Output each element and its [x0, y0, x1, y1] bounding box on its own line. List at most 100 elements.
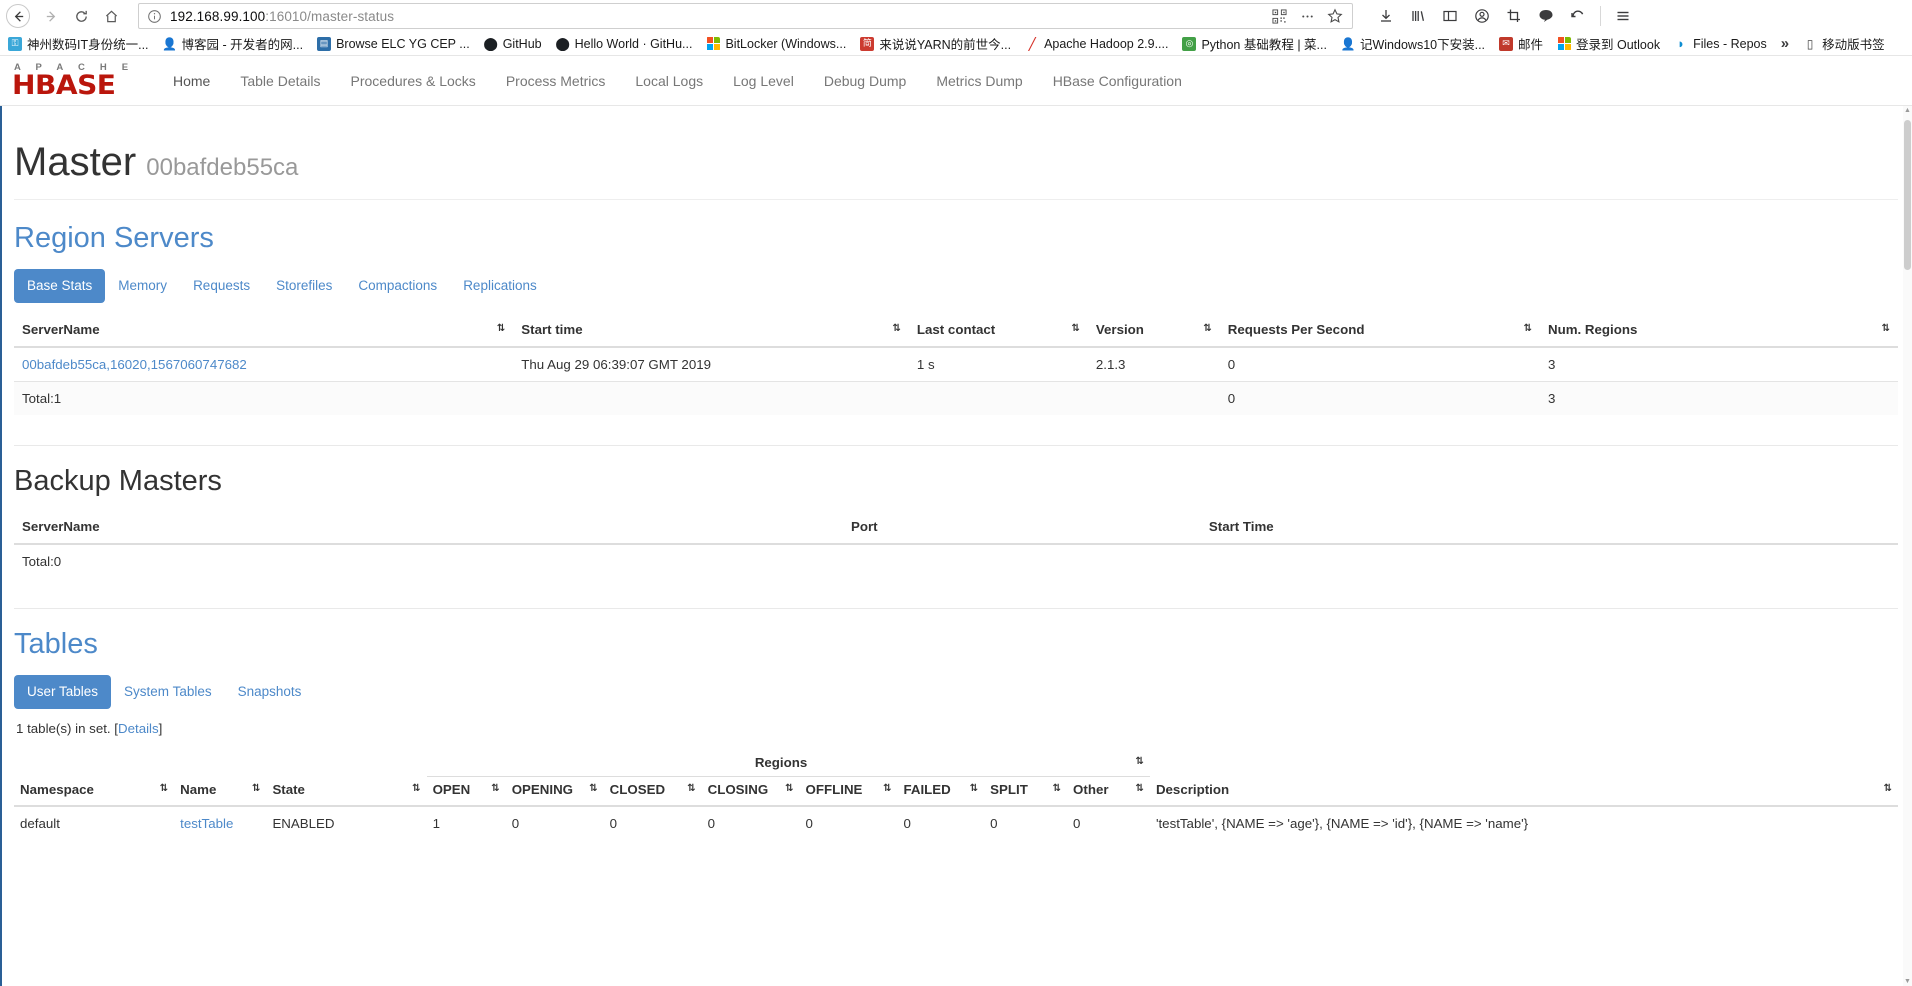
- bookmark-star-icon[interactable]: [1322, 4, 1348, 28]
- sort-icon[interactable]: ⇅: [883, 782, 891, 796]
- bookmark-item[interactable]: 登录到 Outlook: [1557, 34, 1660, 53]
- col-last-contact[interactable]: Last contact ⇅: [908, 315, 1088, 348]
- scroll-up-arrow[interactable]: ▲: [1903, 106, 1912, 115]
- col-servername[interactable]: ServerName ⇅: [14, 315, 514, 348]
- nav-link-local-logs[interactable]: Local Logs: [620, 56, 718, 106]
- address-bar[interactable]: 192.168.99.100:16010/master-status: [138, 3, 1353, 29]
- bookmark-item[interactable]: ⬤ GitHub: [484, 37, 542, 51]
- page-subtitle-text: 00bafdeb55ca: [146, 154, 299, 181]
- sort-icon[interactable]: ⇅: [970, 782, 978, 796]
- sort-icon[interactable]: ⇅: [785, 782, 793, 796]
- nav-link-table-details[interactable]: Table Details: [225, 56, 335, 106]
- page-scrollbar[interactable]: ▲ ▼: [1903, 106, 1912, 986]
- bookmark-item[interactable]: ◎ Python 基础教程 | 菜...: [1182, 34, 1327, 53]
- col-failed[interactable]: FAILED ⇅: [897, 776, 985, 807]
- microsoft-icon: [706, 37, 720, 51]
- table-name-link[interactable]: testTable: [180, 816, 233, 831]
- sort-icon[interactable]: ⇅: [497, 322, 505, 336]
- col-num-regions[interactable]: Num. Regions ⇅: [1540, 315, 1898, 348]
- tab-storefiles[interactable]: Storefiles: [263, 269, 345, 303]
- col-closed[interactable]: CLOSED ⇅: [603, 776, 702, 807]
- sort-icon[interactable]: ⇅: [1053, 782, 1061, 796]
- jian-icon: 简: [860, 36, 875, 51]
- bookmark-item[interactable]: 👤 博客园 - 开发者的网...: [163, 34, 304, 53]
- sort-icon[interactable]: ⇅: [1882, 322, 1890, 336]
- tab-compactions[interactable]: Compactions: [345, 269, 450, 303]
- back-button[interactable]: [6, 4, 30, 28]
- scroll-down-arrow[interactable]: ▼: [1903, 977, 1912, 986]
- col-opening[interactable]: OPENING ⇅: [505, 776, 604, 807]
- regions-group-header[interactable]: Regions ⇅: [426, 750, 1150, 777]
- col-offline[interactable]: OFFLINE ⇅: [799, 776, 898, 807]
- bookmark-item-mobile[interactable]: ▯ 移动版书签: [1803, 34, 1885, 53]
- bookmark-item[interactable]: ◗ Files - Repos: [1674, 37, 1767, 51]
- tab-snapshots[interactable]: Snapshots: [225, 675, 315, 709]
- col-description[interactable]: Description ⇅: [1149, 776, 1898, 807]
- tab-system-tables[interactable]: System Tables: [111, 675, 225, 709]
- col-other[interactable]: Other ⇅: [1067, 776, 1150, 807]
- tab-memory[interactable]: Memory: [105, 269, 180, 303]
- nav-link-home[interactable]: Home: [158, 56, 225, 106]
- screenshot-icon[interactable]: [1499, 3, 1529, 29]
- bookmark-item[interactable]: 👤 记Windows10下安装...: [1341, 34, 1485, 53]
- sort-icon[interactable]: ⇅: [1203, 322, 1211, 336]
- sort-icon[interactable]: ⇅: [160, 782, 168, 796]
- account-icon[interactable]: [1467, 3, 1497, 29]
- sort-icon[interactable]: ⇅: [687, 782, 695, 796]
- col-closing[interactable]: CLOSING ⇅: [701, 776, 800, 807]
- nav-link-process-metrics[interactable]: Process Metrics: [491, 56, 621, 106]
- col-start-time[interactable]: Start time ⇅: [513, 315, 909, 348]
- qrcode-icon[interactable]: [1266, 4, 1292, 28]
- forward-button[interactable]: [36, 3, 66, 29]
- col-name[interactable]: Name ⇅: [174, 776, 267, 807]
- bookmark-item[interactable]: ⬤ Hello World · GitHu...: [556, 37, 693, 51]
- home-button[interactable]: [96, 3, 126, 29]
- tab-user-tables[interactable]: User Tables: [14, 675, 112, 709]
- details-link[interactable]: Details: [118, 721, 159, 736]
- tab-requests[interactable]: Requests: [180, 269, 263, 303]
- hbase-logo[interactable]: A P A C H E HBASE: [12, 62, 136, 99]
- sync-icon[interactable]: [1563, 3, 1593, 29]
- bookmark-item[interactable]: ✉ 邮件: [1499, 34, 1543, 53]
- sort-icon[interactable]: ⇅: [1884, 782, 1892, 796]
- menu-icon[interactable]: [1608, 3, 1638, 29]
- col-state[interactable]: State ⇅: [266, 776, 427, 807]
- more-icon[interactable]: [1294, 4, 1320, 28]
- sort-icon[interactable]: ⇅: [1524, 322, 1532, 336]
- tab-replications[interactable]: Replications: [450, 269, 550, 303]
- col-version[interactable]: Version ⇅: [1087, 315, 1220, 348]
- person-icon: 👤: [1340, 36, 1355, 51]
- sort-icon[interactable]: ⇅: [1136, 782, 1144, 796]
- scrollbar-thumb[interactable]: [1904, 120, 1911, 270]
- nav-link-hbase-configuration[interactable]: HBase Configuration: [1038, 56, 1197, 106]
- site-info-icon[interactable]: [147, 9, 162, 24]
- col-namespace[interactable]: Namespace ⇅: [14, 776, 175, 807]
- sort-icon[interactable]: ⇅: [893, 322, 901, 336]
- bookmarks-overflow-chevron[interactable]: »: [1781, 35, 1789, 52]
- nav-link-log-level[interactable]: Log Level: [718, 56, 809, 106]
- bookmark-item[interactable]: BitLocker (Windows...: [706, 37, 846, 51]
- sidebar-icon[interactable]: [1435, 3, 1465, 29]
- download-icon[interactable]: [1371, 3, 1401, 29]
- library-icon[interactable]: [1403, 3, 1433, 29]
- sort-icon[interactable]: ⇅: [412, 782, 420, 796]
- nav-link-procedures-locks[interactable]: Procedures & Locks: [336, 56, 491, 106]
- bookmark-item[interactable]: ▤ Browse ELC YG CEP ...: [317, 36, 470, 51]
- regionserver-link[interactable]: 00bafdeb55ca,16020,1567060747682: [22, 357, 247, 372]
- bookmark-item[interactable]: ╱ Apache Hadoop 2.9....: [1025, 37, 1169, 51]
- bookmark-item[interactable]: 简 来说说YARN的前世今...: [860, 34, 1011, 53]
- bookmark-item[interactable]: ⚿ 神州数码IT身份统一...: [8, 34, 149, 53]
- nav-link-metrics-dump[interactable]: Metrics Dump: [921, 56, 1037, 106]
- pocket-icon[interactable]: [1531, 3, 1561, 29]
- col-requests-per-second[interactable]: Requests Per Second ⇅: [1219, 315, 1540, 348]
- col-split[interactable]: SPLIT ⇅: [984, 776, 1068, 807]
- sort-icon[interactable]: ⇅: [589, 782, 597, 796]
- tab-base-stats[interactable]: Base Stats: [14, 269, 106, 303]
- col-open[interactable]: OPEN ⇅: [426, 776, 506, 807]
- sort-icon[interactable]: ⇅: [252, 782, 260, 796]
- nav-link-debug-dump[interactable]: Debug Dump: [809, 56, 922, 106]
- sort-icon[interactable]: ⇅: [1071, 322, 1079, 336]
- sort-icon[interactable]: ⇅: [491, 782, 499, 796]
- reload-button[interactable]: [66, 3, 96, 29]
- sort-icon[interactable]: ⇅: [1136, 755, 1144, 769]
